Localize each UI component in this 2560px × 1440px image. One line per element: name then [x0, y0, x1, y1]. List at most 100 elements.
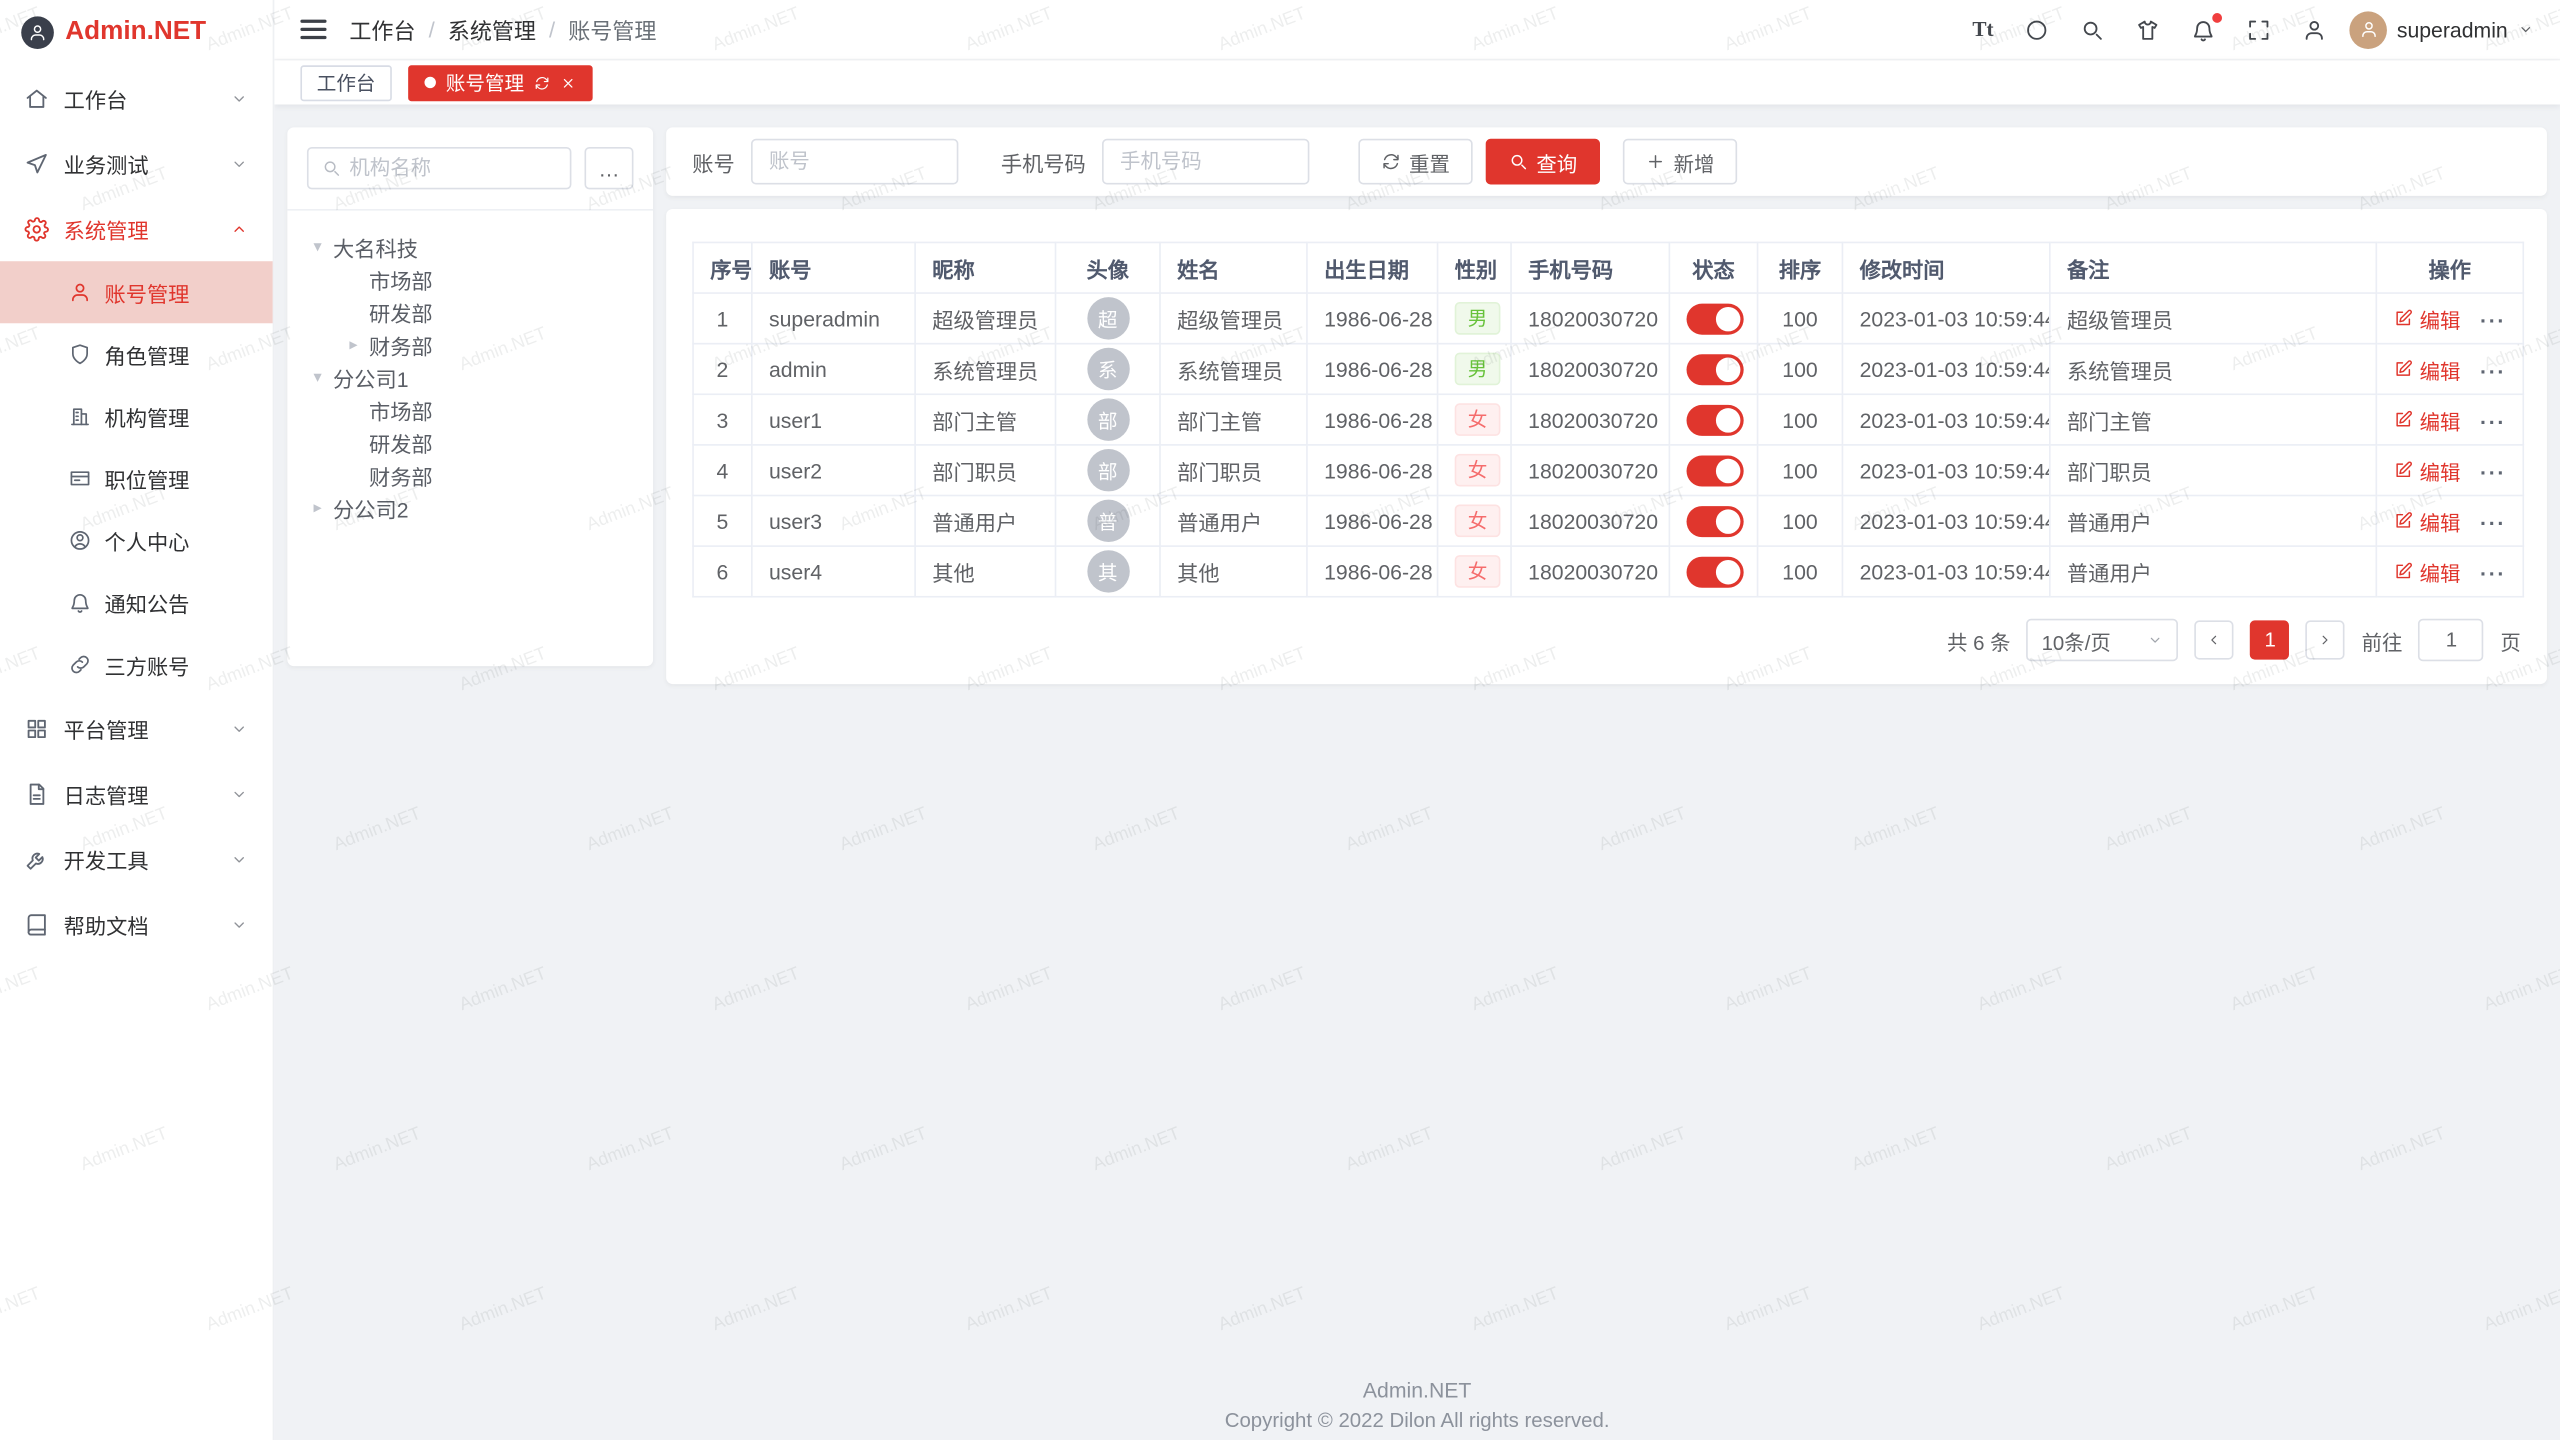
- edit-button[interactable]: 编辑: [2393, 353, 2460, 384]
- gender-tag: 女: [1455, 555, 1501, 588]
- tree-node[interactable]: ▾分公司1: [300, 361, 640, 394]
- sidebar-subitem[interactable]: 三方账号: [0, 633, 273, 695]
- org-more-button[interactable]: …: [584, 147, 633, 189]
- sidebar-subitem[interactable]: 角色管理: [0, 323, 273, 385]
- account-input[interactable]: [751, 139, 958, 185]
- wrench-icon: [24, 847, 48, 871]
- sidebar-subitem-label: 个人中心: [104, 525, 189, 556]
- breadcrumb-item[interactable]: 系统管理: [448, 13, 536, 46]
- reset-label: 重置: [1409, 146, 1450, 177]
- row-more-button[interactable]: ···: [2480, 410, 2506, 434]
- status-toggle[interactable]: [1687, 556, 1744, 587]
- edit-button[interactable]: 编辑: [2393, 556, 2460, 587]
- edit-button[interactable]: 编辑: [2393, 404, 2460, 435]
- tree-node[interactable]: 市场部: [300, 393, 640, 426]
- table-cell: 18020030720: [1511, 293, 1669, 344]
- edit-button[interactable]: 编辑: [2393, 303, 2460, 334]
- sidebar-subitem[interactable]: 职位管理: [0, 447, 273, 509]
- status-toggle[interactable]: [1687, 353, 1744, 384]
- goto-page-input[interactable]: [2419, 619, 2484, 661]
- accounts-table: 序号账号昵称头像姓名出生日期性别手机号码状态排序修改时间备注操作 1supera…: [692, 242, 2524, 598]
- phone-input[interactable]: [1102, 139, 1309, 185]
- edit-icon: [2393, 460, 2413, 480]
- sidebar-item[interactable]: 工作台: [0, 65, 273, 130]
- table-cell: 18020030720: [1511, 445, 1669, 496]
- sidebar: Admin.NET 工作台业务测试系统管理账号管理角色管理机构管理职位管理个人中…: [0, 0, 274, 1440]
- tab-active[interactable]: 账号管理: [408, 64, 593, 100]
- status-toggle[interactable]: [1687, 505, 1744, 536]
- column-header: 账号: [752, 242, 915, 293]
- table-cell: [1669, 394, 1757, 445]
- theme-icon[interactable]: [2136, 17, 2160, 41]
- sidebar-item[interactable]: 日志管理: [0, 761, 273, 826]
- status-toggle[interactable]: [1687, 455, 1744, 486]
- chevron-down-icon: [230, 784, 248, 802]
- row-more-button[interactable]: ···: [2480, 562, 2506, 586]
- sidebar-item[interactable]: 开发工具: [0, 826, 273, 891]
- next-page-button[interactable]: [2306, 620, 2345, 659]
- tab-close-icon[interactable]: [560, 74, 576, 90]
- row-more-button[interactable]: ···: [2480, 460, 2506, 484]
- tree-node[interactable]: 市场部: [300, 263, 640, 296]
- tree-node[interactable]: ▾大名科技: [300, 230, 640, 263]
- sidebar-subitem[interactable]: 通知公告: [0, 571, 273, 633]
- table-cell: 1986-06-28: [1307, 445, 1438, 496]
- font-size-icon[interactable]: Tt: [1972, 16, 1993, 42]
- table-cell: 1986-06-28: [1307, 546, 1438, 597]
- edit-icon: [2393, 309, 2413, 329]
- menu-collapse-icon[interactable]: [300, 20, 326, 40]
- prev-page-button[interactable]: [2195, 620, 2234, 659]
- table-cell: 部门职员: [1160, 445, 1307, 496]
- edit-button[interactable]: 编辑: [2393, 505, 2460, 536]
- chevron-up-icon: [230, 220, 248, 238]
- fullscreen-icon[interactable]: [2247, 17, 2271, 41]
- table-cell: [1669, 546, 1757, 597]
- table-row: 2admin系统管理员系系统管理员1986-06-28男180200307201…: [693, 344, 2523, 395]
- sidebar-item[interactable]: 系统管理: [0, 196, 273, 261]
- table-cell: 其: [1056, 546, 1160, 597]
- user-menu[interactable]: superadmin: [2349, 11, 2533, 49]
- table-cell: 其他: [1160, 546, 1307, 597]
- user-avatar: 其: [1087, 550, 1129, 592]
- breadcrumb-item[interactable]: 账号管理: [568, 13, 656, 46]
- tree-node[interactable]: 财务部: [300, 459, 640, 492]
- sidebar-subitem[interactable]: 账号管理: [0, 261, 273, 323]
- search-button[interactable]: 查询: [1486, 139, 1600, 185]
- tab-item[interactable]: 工作台: [300, 64, 391, 100]
- page-button-current[interactable]: 1: [2251, 620, 2290, 659]
- status-toggle[interactable]: [1687, 404, 1744, 435]
- org-search-field[interactable]: [307, 147, 571, 189]
- row-more-button[interactable]: ···: [2480, 309, 2506, 333]
- building-icon: [69, 405, 92, 428]
- org-search-input[interactable]: [349, 157, 556, 180]
- sidebar-item[interactable]: 平台管理: [0, 696, 273, 761]
- table-cell: user1: [752, 394, 915, 445]
- edit-button[interactable]: 编辑: [2393, 455, 2460, 486]
- notifications-icon[interactable]: [2191, 17, 2215, 41]
- reset-button[interactable]: 重置: [1358, 139, 1472, 185]
- row-more-button[interactable]: ···: [2480, 511, 2506, 535]
- tree-node[interactable]: 研发部: [300, 426, 640, 459]
- sidebar-item[interactable]: 帮助文档: [0, 891, 273, 956]
- gender-tag: 女: [1455, 403, 1501, 436]
- status-toggle[interactable]: [1687, 303, 1744, 334]
- component-size-icon[interactable]: [2025, 17, 2049, 41]
- sidebar-item[interactable]: 业务测试: [0, 131, 273, 196]
- add-button[interactable]: 新增: [1623, 139, 1737, 185]
- profile-icon[interactable]: [2302, 17, 2326, 41]
- sidebar-subitem[interactable]: 机构管理: [0, 385, 273, 447]
- page-size-select[interactable]: 10条/页: [2027, 619, 2179, 661]
- search-icon[interactable]: [2080, 17, 2104, 41]
- tree-node[interactable]: ▸财务部: [300, 328, 640, 361]
- sidebar-subitem-label: 三方账号: [104, 649, 189, 680]
- breadcrumb-item[interactable]: 工作台: [349, 13, 415, 46]
- tab-refresh-icon[interactable]: [534, 74, 550, 90]
- logo-icon: [21, 16, 54, 49]
- row-more-button[interactable]: ···: [2480, 359, 2506, 383]
- tree-node[interactable]: 研发部: [300, 296, 640, 329]
- sidebar-subitem[interactable]: 个人中心: [0, 509, 273, 571]
- sidebar-subitem-label: 账号管理: [104, 277, 189, 308]
- username: superadmin: [2397, 17, 2508, 41]
- tree-node[interactable]: ▸分公司2: [300, 491, 640, 524]
- column-header: 操作: [2376, 242, 2523, 293]
